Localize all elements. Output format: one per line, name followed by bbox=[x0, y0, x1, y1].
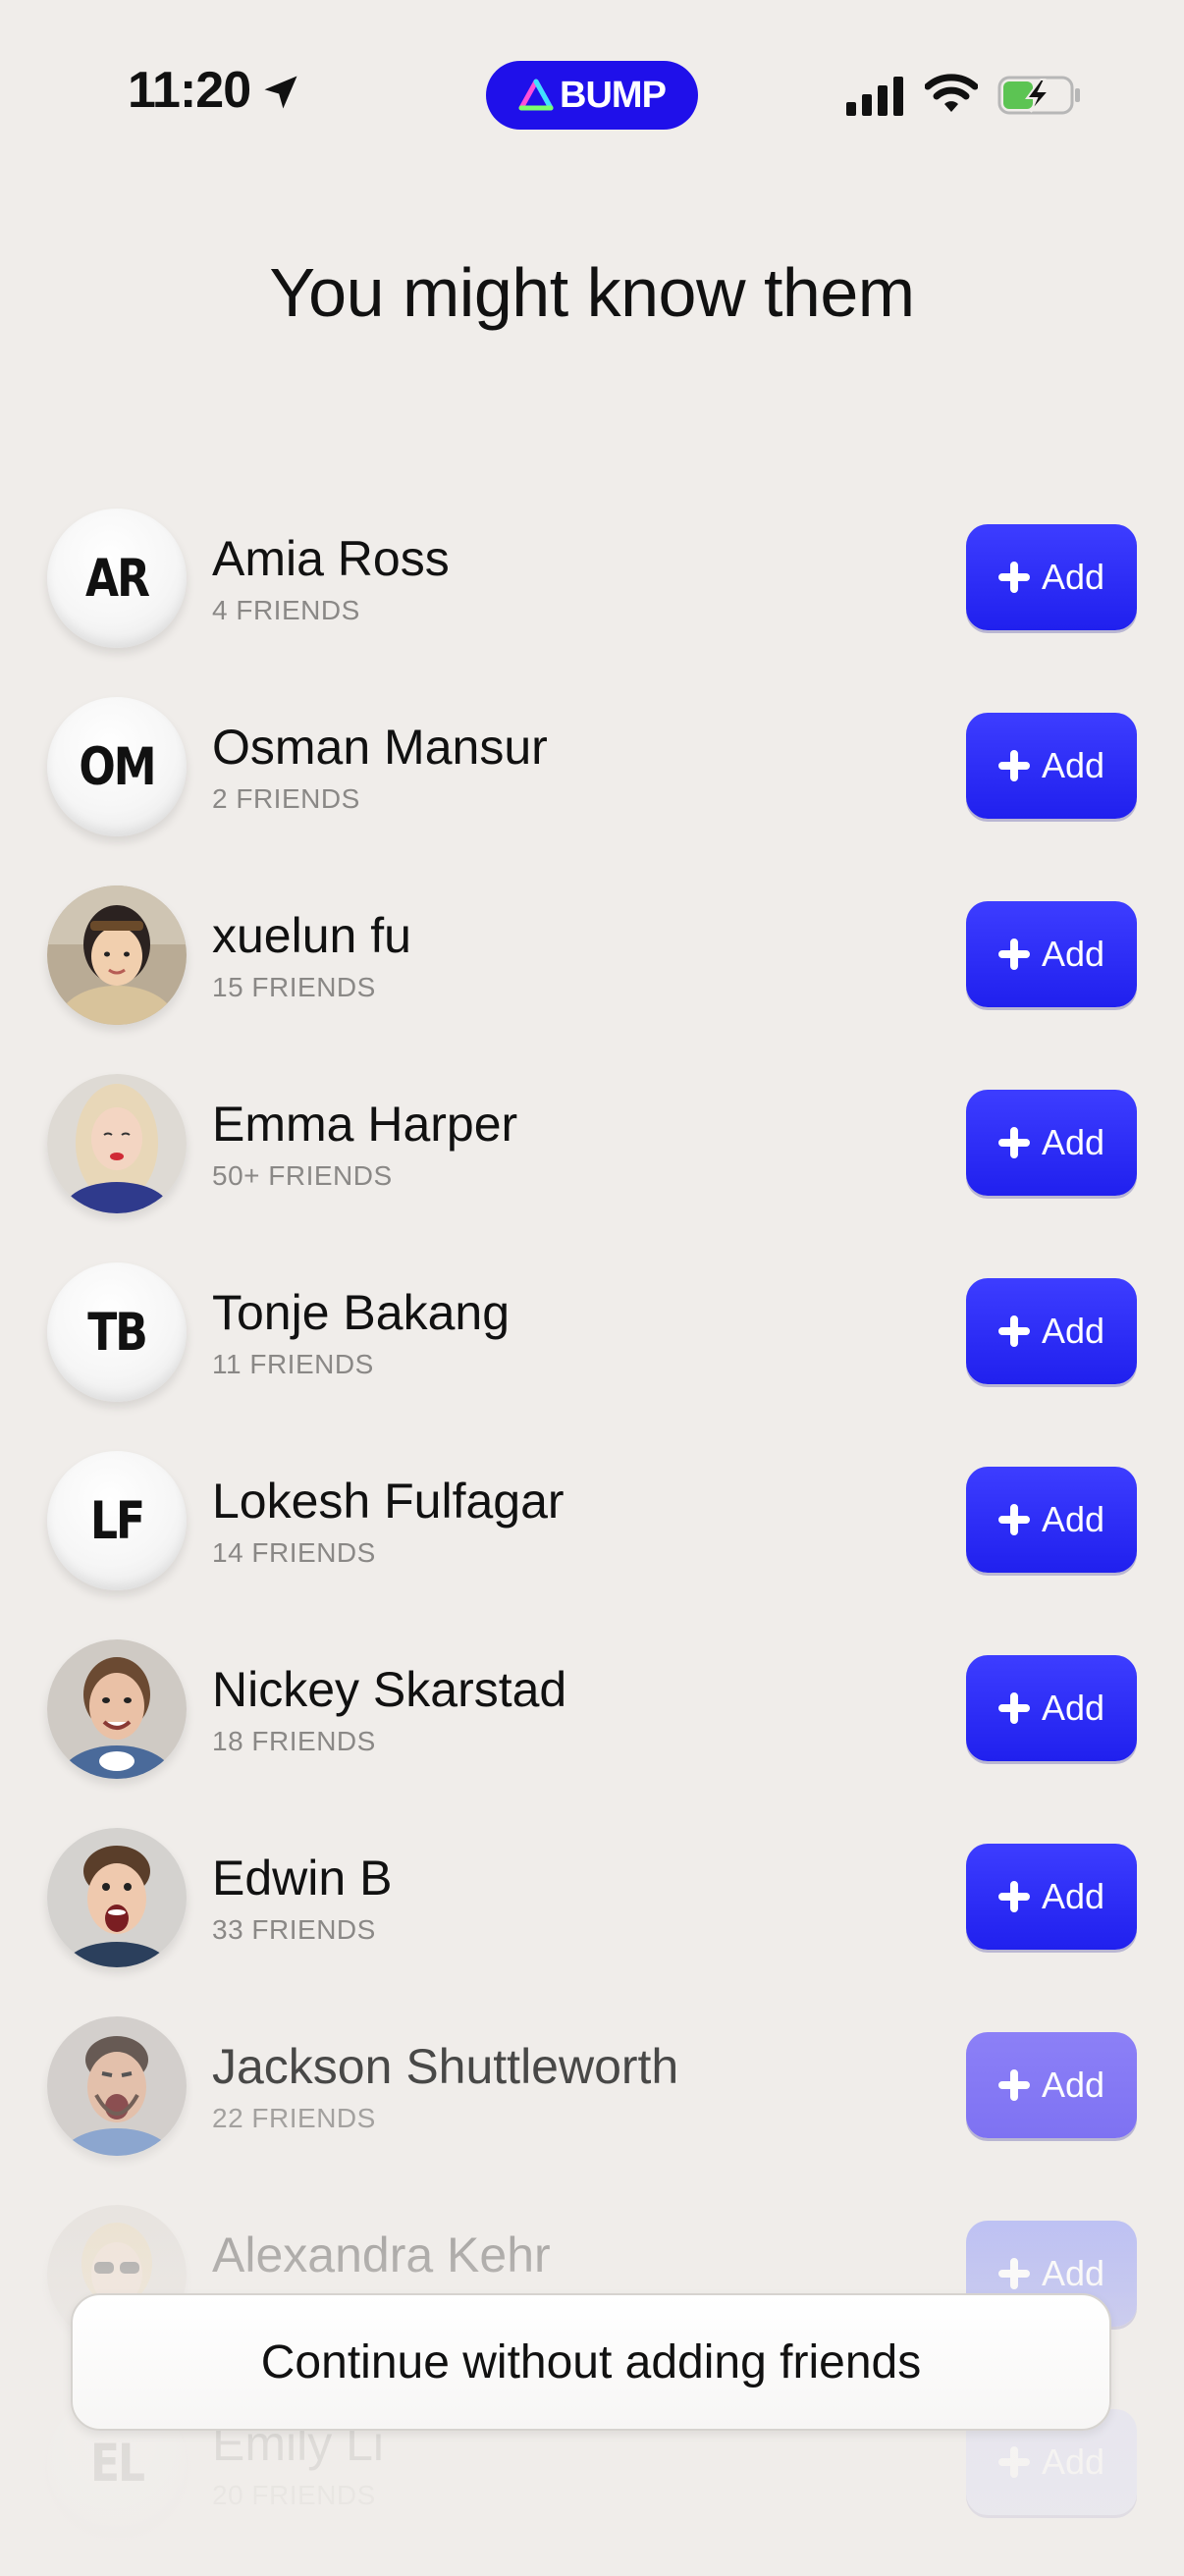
person-name: Edwin B bbox=[212, 1851, 393, 1905]
add-button-label: Add bbox=[1041, 2442, 1105, 2482]
location-arrow-icon bbox=[264, 76, 297, 109]
avatar[interactable] bbox=[47, 1074, 187, 1213]
wifi-icon bbox=[925, 74, 978, 112]
profile-photo-icon bbox=[47, 1639, 187, 1779]
person-name: Alexandra Kehr bbox=[212, 2227, 551, 2282]
person-name: xuelun fu bbox=[212, 908, 411, 963]
avatar[interactable]: LF bbox=[47, 1451, 187, 1590]
status-bar: 11:20 BUMP bbox=[0, 0, 1184, 187]
friend-count: 11 FRIENDS bbox=[212, 1349, 374, 1379]
friend-count: 2 FRIENDS bbox=[212, 783, 360, 814]
friend-count: 15 FRIENDS bbox=[212, 972, 376, 1002]
friend-count: 14 FRIENDS bbox=[212, 1537, 376, 1568]
plus-icon bbox=[997, 1692, 1030, 1724]
friend-count: 18 FRIENDS bbox=[212, 1726, 376, 1756]
plus-icon bbox=[997, 562, 1030, 593]
avatar[interactable] bbox=[47, 1828, 187, 1967]
add-button-label: Add bbox=[1041, 1311, 1105, 1351]
avatar-initials: LF bbox=[89, 1490, 145, 1551]
add-friend-button[interactable]: Add bbox=[966, 1090, 1137, 1196]
friend-count: 50+ FRIENDS bbox=[212, 1160, 393, 1191]
plus-icon bbox=[997, 2446, 1030, 2478]
add-friend-button[interactable]: Add bbox=[966, 1467, 1137, 1573]
plus-icon bbox=[997, 1504, 1030, 1535]
person-name: Nickey Skarstad bbox=[212, 1662, 567, 1717]
avatar[interactable]: AR bbox=[47, 509, 187, 648]
add-friend-button[interactable]: Add bbox=[966, 713, 1137, 819]
plus-icon bbox=[997, 939, 1030, 970]
add-button-label: Add bbox=[1041, 1122, 1105, 1162]
add-button-label: Add bbox=[1041, 745, 1105, 785]
plus-icon bbox=[997, 2258, 1030, 2289]
bump-brand-text: BUMP bbox=[560, 74, 667, 116]
add-friend-button[interactable]: Add bbox=[966, 2032, 1137, 2138]
add-button-label: Add bbox=[1041, 1499, 1105, 1539]
avatar-initials: TB bbox=[87, 1302, 148, 1363]
avatar-initials: AR bbox=[85, 548, 150, 609]
avatar-initials: EL bbox=[89, 2433, 145, 2494]
add-button-label: Add bbox=[1041, 934, 1105, 974]
list-item: Jackson Shuttleworth 22 FRIENDS Add bbox=[0, 2011, 1184, 2199]
plus-icon bbox=[997, 1315, 1030, 1347]
plus-icon bbox=[997, 1127, 1030, 1158]
add-friend-button[interactable]: Add bbox=[966, 1844, 1137, 1950]
friend-count: 33 FRIENDS bbox=[212, 1914, 376, 1945]
list-item: Nickey Skarstad 18 FRIENDS Add bbox=[0, 1634, 1184, 1822]
list-item: LF Lokesh Fulfagar 14 FRIENDS Add bbox=[0, 1445, 1184, 1634]
profile-photo-icon bbox=[47, 1074, 187, 1213]
friend-count: 22 FRIENDS bbox=[212, 2103, 376, 2133]
cellular-signal-icon bbox=[846, 77, 903, 116]
avatar[interactable] bbox=[47, 2016, 187, 2156]
person-name: Emma Harper bbox=[212, 1097, 518, 1152]
status-time: 11:20 bbox=[128, 62, 251, 119]
add-friend-button[interactable]: Add bbox=[966, 1278, 1137, 1384]
plus-icon bbox=[997, 1881, 1030, 1912]
friend-count: 4 FRIENDS bbox=[212, 595, 360, 625]
avatar-initials: OM bbox=[79, 736, 156, 797]
friend-count: 20 FRIENDS bbox=[212, 2480, 376, 2510]
profile-photo-icon bbox=[47, 886, 187, 1025]
avatar[interactable] bbox=[47, 886, 187, 1025]
person-name: Tonje Bakang bbox=[212, 1285, 511, 1340]
person-name: Amia Ross bbox=[212, 531, 450, 586]
list-item: Edwin B 33 FRIENDS Add bbox=[0, 1822, 1184, 2011]
continue-without-adding-button[interactable]: Continue without adding friends bbox=[71, 2293, 1111, 2431]
avatar[interactable]: OM bbox=[47, 697, 187, 836]
profile-photo-icon bbox=[47, 2016, 187, 2156]
add-button-label: Add bbox=[1041, 2065, 1105, 2105]
list-item: TB Tonje Bakang 11 FRIENDS Add bbox=[0, 1257, 1184, 1445]
add-button-label: Add bbox=[1041, 1876, 1105, 1916]
person-name: Osman Mansur bbox=[212, 720, 548, 775]
list-item: Emma Harper 50+ FRIENDS Add bbox=[0, 1068, 1184, 1257]
person-name: Lokesh Fulfagar bbox=[212, 1474, 565, 1529]
add-button-label: Add bbox=[1041, 1688, 1105, 1728]
list-item: AR Amia Ross 4 FRIENDS Add bbox=[0, 503, 1184, 691]
page-title: You might know them bbox=[269, 254, 915, 331]
avatar[interactable]: TB bbox=[47, 1262, 187, 1402]
plus-icon bbox=[997, 750, 1030, 781]
bump-logo-icon bbox=[518, 79, 554, 111]
bump-brand-pill[interactable]: BUMP bbox=[486, 61, 698, 130]
battery-charging-icon bbox=[997, 76, 1080, 115]
add-button-label: Add bbox=[1041, 2253, 1105, 2293]
person-name: Jackson Shuttleworth bbox=[212, 2039, 679, 2094]
add-friend-button[interactable]: Add bbox=[966, 1655, 1137, 1761]
list-item: OM Osman Mansur 2 FRIENDS Add bbox=[0, 691, 1184, 880]
plus-icon bbox=[997, 2069, 1030, 2101]
add-button-label: Add bbox=[1041, 557, 1105, 597]
avatar[interactable] bbox=[47, 1639, 187, 1779]
add-friend-button[interactable]: Add bbox=[966, 901, 1137, 1007]
profile-photo-icon bbox=[47, 1828, 187, 1967]
add-friend-button[interactable]: Add bbox=[966, 524, 1137, 630]
list-item: xuelun fu 15 FRIENDS Add bbox=[0, 880, 1184, 1068]
